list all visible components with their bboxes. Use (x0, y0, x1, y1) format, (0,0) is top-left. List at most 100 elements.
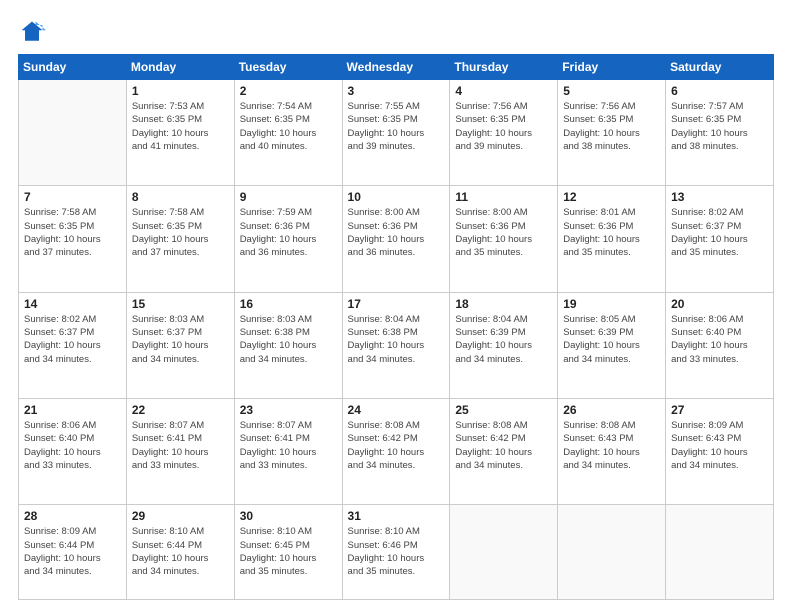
calendar-cell: 2Sunrise: 7:54 AM Sunset: 6:35 PM Daylig… (234, 80, 342, 186)
calendar-cell: 4Sunrise: 7:56 AM Sunset: 6:35 PM Daylig… (450, 80, 558, 186)
week-row-5: 28 Sunrise: 8:09 AM Sunset: 6:44 PM Dayli… (19, 505, 774, 600)
calendar-cell: 30Sunrise: 8:10 AM Sunset: 6:45 PM Dayli… (234, 505, 342, 600)
day-number: 8 (132, 190, 229, 204)
day-number: 15 (132, 297, 229, 311)
logo-icon (18, 18, 46, 46)
day-number: 17 (348, 297, 445, 311)
day-info: Sunrise: 8:08 AM Sunset: 6:43 PM Dayligh… (563, 419, 660, 472)
day-info: Sunrise: 8:03 AM Sunset: 6:37 PM Dayligh… (132, 313, 229, 366)
calendar-cell: 25 Sunrise: 8:08 AM Sunset: 6:42 PM Dayli… (450, 399, 558, 505)
calendar-cell: 29Sunrise: 8:10 AM Sunset: 6:44 PM Dayli… (126, 505, 234, 600)
day-number: 1 (132, 84, 229, 98)
calendar-cell (450, 505, 558, 600)
day-info: Sunrise: 8:07 AM Sunset: 6:41 PM Dayligh… (240, 419, 337, 472)
day-number: 18 (455, 297, 552, 311)
day-number: 21 (24, 403, 121, 417)
day-info: Sunrise: 8:09 AM Sunset: 6:43 PM Dayligh… (671, 419, 768, 472)
calendar-cell: 28 Sunrise: 8:09 AM Sunset: 6:44 PM Dayli… (19, 505, 127, 600)
calendar-cell: 14 Sunrise: 8:02 AM Sunset: 6:37 PM Dayli… (19, 292, 127, 398)
day-number: 13 (671, 190, 768, 204)
page: SundayMondayTuesdayWednesdayThursdayFrid… (0, 0, 792, 612)
calendar-cell: 1 Sunrise: 7:53 AM Sunset: 6:35 PM Daylig… (126, 80, 234, 186)
weekday-header-monday: Monday (126, 55, 234, 80)
calendar-cell: 16 Sunrise: 8:03 AM Sunset: 6:38 PM Dayli… (234, 292, 342, 398)
day-info: Sunrise: 8:08 AM Sunset: 6:42 PM Dayligh… (455, 419, 552, 472)
calendar-cell: 31 Sunrise: 8:10 AM Sunset: 6:46 PM Dayli… (342, 505, 450, 600)
calendar-cell: 6Sunrise: 7:57 AM Sunset: 6:35 PM Daylig… (666, 80, 774, 186)
day-info: Sunrise: 8:05 AM Sunset: 6:39 PM Dayligh… (563, 313, 660, 366)
day-info: Sunrise: 8:01 AM Sunset: 6:36 PM Dayligh… (563, 206, 660, 259)
day-info: Sunrise: 7:54 AM Sunset: 6:35 PM Dayligh… (240, 100, 337, 153)
calendar-cell: 11Sunrise: 8:00 AM Sunset: 6:36 PM Dayli… (450, 186, 558, 292)
calendar-cell: 12 Sunrise: 8:01 AM Sunset: 6:36 PM Dayli… (558, 186, 666, 292)
day-number: 6 (671, 84, 768, 98)
day-info: Sunrise: 7:56 AM Sunset: 6:35 PM Dayligh… (563, 100, 660, 153)
day-info: Sunrise: 8:03 AM Sunset: 6:38 PM Dayligh… (240, 313, 337, 366)
week-row-4: 21 Sunrise: 8:06 AM Sunset: 6:40 PM Dayli… (19, 399, 774, 505)
weekday-header-tuesday: Tuesday (234, 55, 342, 80)
day-info: Sunrise: 8:02 AM Sunset: 6:37 PM Dayligh… (24, 313, 121, 366)
calendar-cell: 21 Sunrise: 8:06 AM Sunset: 6:40 PM Dayli… (19, 399, 127, 505)
day-number: 31 (348, 509, 445, 523)
day-number: 10 (348, 190, 445, 204)
calendar-cell (19, 80, 127, 186)
week-row-2: 7 Sunrise: 7:58 AM Sunset: 6:35 PM Daylig… (19, 186, 774, 292)
day-info: Sunrise: 7:58 AM Sunset: 6:35 PM Dayligh… (24, 206, 121, 259)
day-number: 23 (240, 403, 337, 417)
weekday-header-friday: Friday (558, 55, 666, 80)
calendar-cell: 17 Sunrise: 8:04 AM Sunset: 6:38 PM Dayli… (342, 292, 450, 398)
weekday-header-wednesday: Wednesday (342, 55, 450, 80)
day-number: 30 (240, 509, 337, 523)
day-number: 20 (671, 297, 768, 311)
calendar-cell: 9 Sunrise: 7:59 AM Sunset: 6:36 PM Daylig… (234, 186, 342, 292)
calendar-cell: 19 Sunrise: 8:05 AM Sunset: 6:39 PM Dayli… (558, 292, 666, 398)
day-info: Sunrise: 8:06 AM Sunset: 6:40 PM Dayligh… (24, 419, 121, 472)
day-info: Sunrise: 8:07 AM Sunset: 6:41 PM Dayligh… (132, 419, 229, 472)
calendar-cell: 22 Sunrise: 8:07 AM Sunset: 6:41 PM Dayli… (126, 399, 234, 505)
calendar-cell: 5 Sunrise: 7:56 AM Sunset: 6:35 PM Daylig… (558, 80, 666, 186)
day-info: Sunrise: 7:56 AM Sunset: 6:35 PM Dayligh… (455, 100, 552, 153)
day-number: 25 (455, 403, 552, 417)
calendar-cell: 8 Sunrise: 7:58 AM Sunset: 6:35 PM Daylig… (126, 186, 234, 292)
day-info: Sunrise: 8:02 AM Sunset: 6:37 PM Dayligh… (671, 206, 768, 259)
day-number: 3 (348, 84, 445, 98)
calendar-cell: 20 Sunrise: 8:06 AM Sunset: 6:40 PM Dayli… (666, 292, 774, 398)
week-row-3: 14 Sunrise: 8:02 AM Sunset: 6:37 PM Dayli… (19, 292, 774, 398)
day-info: Sunrise: 8:00 AM Sunset: 6:36 PM Dayligh… (348, 206, 445, 259)
day-info: Sunrise: 8:06 AM Sunset: 6:40 PM Dayligh… (671, 313, 768, 366)
weekday-header-thursday: Thursday (450, 55, 558, 80)
calendar-cell (558, 505, 666, 600)
day-info: Sunrise: 8:08 AM Sunset: 6:42 PM Dayligh… (348, 419, 445, 472)
day-number: 7 (24, 190, 121, 204)
weekday-header-row: SundayMondayTuesdayWednesdayThursdayFrid… (19, 55, 774, 80)
day-number: 14 (24, 297, 121, 311)
day-info: Sunrise: 8:09 AM Sunset: 6:44 PM Dayligh… (24, 525, 121, 578)
calendar-table: SundayMondayTuesdayWednesdayThursdayFrid… (18, 54, 774, 600)
day-number: 24 (348, 403, 445, 417)
day-number: 16 (240, 297, 337, 311)
calendar-cell: 15 Sunrise: 8:03 AM Sunset: 6:37 PM Dayli… (126, 292, 234, 398)
day-number: 27 (671, 403, 768, 417)
day-info: Sunrise: 7:53 AM Sunset: 6:35 PM Dayligh… (132, 100, 229, 153)
calendar-cell: 13 Sunrise: 8:02 AM Sunset: 6:37 PM Dayli… (666, 186, 774, 292)
calendar-cell: 10 Sunrise: 8:00 AM Sunset: 6:36 PM Dayli… (342, 186, 450, 292)
calendar-cell (666, 505, 774, 600)
day-number: 26 (563, 403, 660, 417)
day-number: 5 (563, 84, 660, 98)
day-number: 19 (563, 297, 660, 311)
calendar-cell: 24 Sunrise: 8:08 AM Sunset: 6:42 PM Dayli… (342, 399, 450, 505)
day-number: 28 (24, 509, 121, 523)
day-info: Sunrise: 8:04 AM Sunset: 6:38 PM Dayligh… (348, 313, 445, 366)
week-row-1: 1 Sunrise: 7:53 AM Sunset: 6:35 PM Daylig… (19, 80, 774, 186)
day-info: Sunrise: 7:59 AM Sunset: 6:36 PM Dayligh… (240, 206, 337, 259)
calendar-cell: 23 Sunrise: 8:07 AM Sunset: 6:41 PM Dayli… (234, 399, 342, 505)
weekday-header-sunday: Sunday (19, 55, 127, 80)
day-number: 12 (563, 190, 660, 204)
day-info: Sunrise: 8:10 AM Sunset: 6:46 PM Dayligh… (348, 525, 445, 578)
day-info: Sunrise: 8:00 AM Sunset: 6:36 PM Dayligh… (455, 206, 552, 259)
day-number: 9 (240, 190, 337, 204)
header (18, 18, 774, 46)
day-number: 22 (132, 403, 229, 417)
logo (18, 18, 50, 46)
day-info: Sunrise: 7:58 AM Sunset: 6:35 PM Dayligh… (132, 206, 229, 259)
